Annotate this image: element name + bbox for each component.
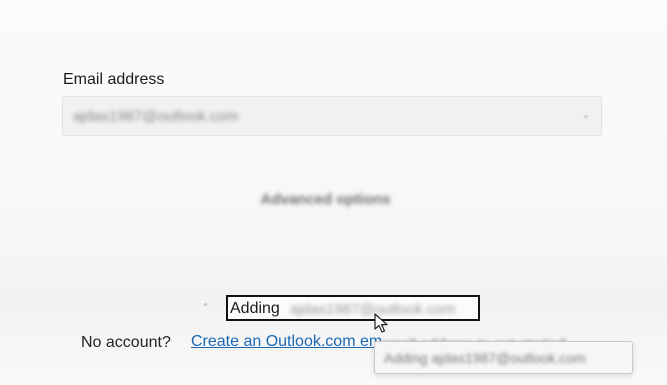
no-account-label: No account? (81, 334, 171, 351)
create-outlook-account-link[interactable]: Create an Outlook.com email address (191, 333, 381, 351)
tooltip-text: Adding ajdas1987@outlook.com (384, 350, 586, 366)
adding-tooltip: Adding ajdas1987@outlook.com (374, 341, 633, 374)
email-address-label: Email address (63, 71, 165, 88)
email-address-select[interactable]: ajdas1987@outlook.com ⌄ (62, 96, 602, 136)
adding-status-box: Adding ajdas1987@outlook.com (226, 295, 480, 321)
mouse-pointer-icon (374, 313, 388, 333)
advanced-options-button[interactable]: Advanced options (0, 191, 651, 208)
progress-dot (204, 303, 207, 306)
adding-status-prefix: Adding (230, 300, 280, 317)
chevron-down-icon: ⌄ (580, 107, 591, 121)
email-address-value: ajdas1987@outlook.com (73, 108, 239, 125)
adding-status-email: ajdas1987@outlook.com (290, 301, 456, 318)
